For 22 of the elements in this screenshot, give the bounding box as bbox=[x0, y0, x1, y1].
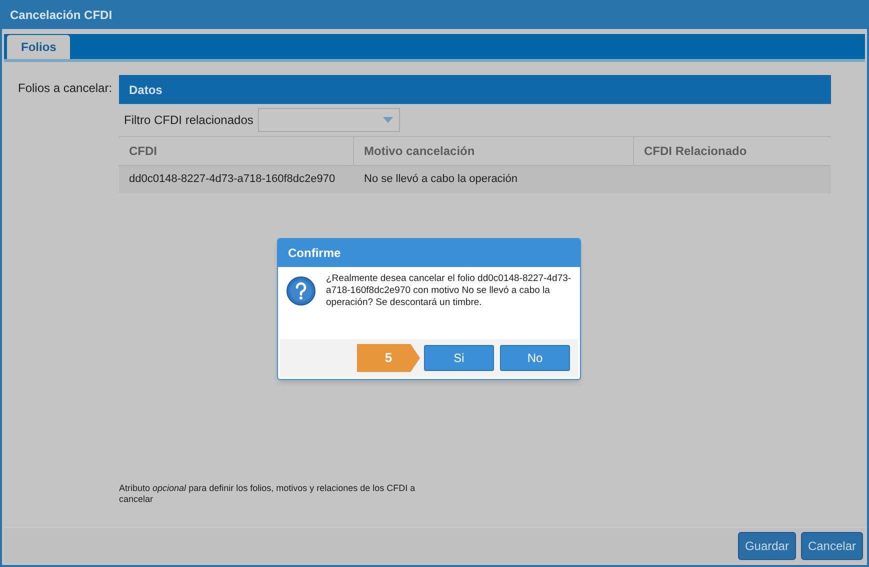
panel-title: Datos bbox=[129, 82, 162, 98]
help-text: Atributo opcional para definir los folios, motivos y relaciones de los CFDI a cancelar bbox=[119, 483, 416, 505]
field-label: Folios a cancelar: bbox=[18, 80, 114, 97]
table-cell-text: dd0c0148-8227-4d73-a718-160f8dc2e970 bbox=[128, 172, 336, 188]
window-title: Cancelación CFDI bbox=[10, 6, 112, 24]
column-header[interactable]: Motivo cancelación bbox=[354, 137, 634, 165]
footer-button[interactable]: Guardar bbox=[738, 532, 796, 560]
dialog-button[interactable]: No bbox=[500, 345, 570, 371]
dialog-title: Confirme bbox=[288, 245, 341, 262]
dialog-button[interactable]: Si bbox=[424, 345, 494, 371]
column-header[interactable]: CFDI Relacionado bbox=[634, 137, 831, 165]
footer-button[interactable]: Cancelar bbox=[800, 532, 863, 560]
dialog-message: ¿Realmente desea cancelar el folio dd0c0148-8227-4d73-a718-160f8dc2e970 con motivo No se llevó a cabo la operación? Se descontará un timbre. bbox=[326, 273, 572, 310]
question-icon bbox=[286, 276, 316, 306]
column-header[interactable]: CFDI bbox=[119, 137, 354, 165]
tab[interactable]: Folios bbox=[7, 35, 70, 59]
step-badge: 5 bbox=[357, 344, 420, 372]
filter-dropdown[interactable] bbox=[258, 108, 400, 132]
table-row[interactable]: dd0c0148-8227-4d73-a718-160f8dc2e970 No se llevó a cabo la operación bbox=[119, 166, 831, 193]
filter-label: Filtro CFDI relacionados bbox=[124, 112, 254, 129]
table-cell-text: No se llevó a cabo la operación bbox=[363, 172, 518, 188]
dropdown-arrow-icon bbox=[383, 117, 394, 123]
